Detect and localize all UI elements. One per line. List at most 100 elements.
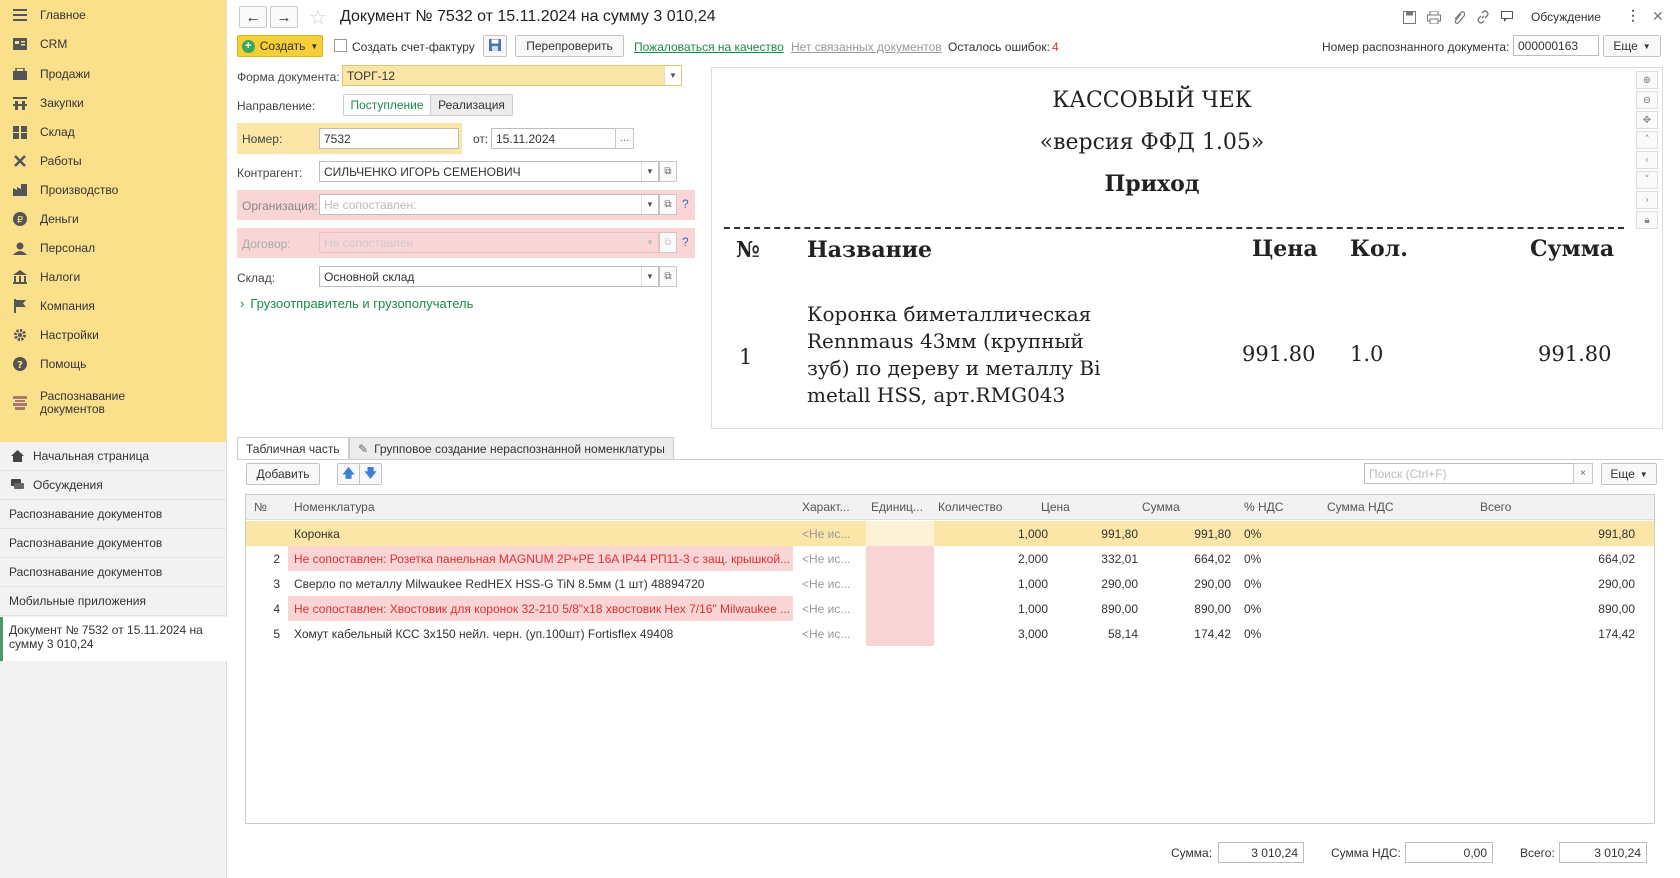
table-row[interactable]: 5 Хомут кабельный КСС 3х150 нейл. черн. …	[246, 621, 1654, 646]
fit-icon[interactable]: ✥	[1636, 111, 1658, 129]
sidebar-item-purchases[interactable]: Закупки	[0, 88, 227, 118]
table-search-input[interactable]: Поиск (Ctrl+F)	[1364, 463, 1574, 484]
clear-search-button[interactable]: ×	[1573, 463, 1593, 484]
home-icon	[9, 448, 25, 464]
complain-link[interactable]: Пожаловаться на качество	[634, 40, 784, 54]
counterparty-label: Контрагент:	[237, 166, 303, 180]
warehouse-select[interactable]: Основной склад ▼	[319, 266, 659, 287]
link-icon[interactable]	[1475, 9, 1491, 25]
scroll-down-icon[interactable]: ˅	[1636, 171, 1658, 189]
zoom-in-icon[interactable]: ⊕	[1636, 71, 1658, 89]
create-button[interactable]: + Создать ▼	[237, 35, 323, 57]
more-menu-icon[interactable]: ⋮	[1626, 7, 1640, 24]
col-header-qty[interactable]: Количество	[938, 495, 1028, 520]
open-item-current-document[interactable]: Документ № 7532 от 15.11.2024 на сумму 3…	[0, 617, 227, 661]
print-icon[interactable]	[1426, 9, 1442, 25]
save-report-icon[interactable]	[1401, 9, 1417, 25]
sidebar-item-money[interactable]: ₽ Деньги	[0, 204, 227, 234]
move-up-button[interactable]: 🡅	[337, 463, 360, 485]
open-item-recognition-2[interactable]: Распознавание документов	[0, 529, 227, 558]
sidebar-item-recognition[interactable]: Распознавание документов	[0, 383, 227, 423]
sidebar-item-company[interactable]: Компания	[0, 291, 227, 321]
sidebar-item-label: CRM	[40, 37, 68, 51]
linked-documents-link[interactable]: Нет связанных документов	[791, 40, 942, 54]
receipt-col-qty: Кол.	[1350, 236, 1408, 262]
attachment-icon[interactable]	[1450, 9, 1466, 25]
col-header-sum[interactable]: Сумма	[1142, 495, 1222, 520]
chevron-down-icon[interactable]: ▼	[641, 162, 658, 181]
organization-help-icon[interactable]: ?	[682, 197, 689, 211]
sidebar-item-label: Производство	[40, 183, 119, 197]
table-row[interactable]: Коронка <Не ис... 1,000 991,80 991,80 0%…	[246, 521, 1654, 546]
receipt-row-name-line: metall HSS, арт.RMG043	[807, 383, 1066, 407]
shipper-group-toggle[interactable]: › Грузоотправитель и грузополучатель	[240, 296, 473, 311]
tab-table[interactable]: Табличная часть	[237, 437, 349, 460]
chevron-down-icon[interactable]: ▼	[641, 233, 658, 252]
contract-select[interactable]: Не сопоставлен ▼	[319, 232, 659, 253]
move-down-button[interactable]: 🡇	[359, 463, 382, 485]
open-item-recognition-3[interactable]: Распознавание документов	[0, 558, 227, 587]
chevron-down-icon[interactable]: ▼	[664, 66, 681, 85]
discussion-button[interactable]: Обсуждение	[1531, 10, 1601, 24]
col-header-characteristic[interactable]: Характ...	[802, 495, 862, 520]
table-row[interactable]: 4 Не сопоставлен: Хвостовик для коронок …	[246, 596, 1654, 621]
sidebar-item-staff[interactable]: Персонал	[0, 233, 227, 263]
recheck-button[interactable]: Перепроверить	[515, 35, 624, 57]
scroll-right-icon[interactable]: ›	[1636, 191, 1658, 209]
more-button[interactable]: Еще ▼	[1603, 35, 1661, 57]
back-button[interactable]: ←	[239, 6, 267, 28]
save-button[interactable]	[483, 35, 507, 57]
chevron-down-icon[interactable]: ▼	[641, 267, 658, 286]
close-icon[interactable]: ✕	[1652, 8, 1664, 25]
col-header-unit[interactable]: Единиц...	[871, 495, 931, 520]
sidebar-item-main[interactable]: Главное	[0, 0, 227, 30]
col-header-price[interactable]: Цена	[1041, 495, 1121, 520]
lock-icon[interactable]: 🔒︎	[1636, 211, 1658, 229]
tab-group-create[interactable]: ✎ Групповое создание нераспознанной номен…	[349, 437, 674, 460]
calendar-button[interactable]: …	[615, 128, 634, 149]
create-invoice-checkbox[interactable]	[334, 39, 347, 52]
col-header-no[interactable]: №	[254, 495, 284, 520]
sidebar-item-sales[interactable]: Продажи	[0, 59, 227, 89]
col-header-vat-sum[interactable]: Сумма НДС	[1327, 495, 1417, 520]
sidebar-item-help[interactable]: ? Помощь	[0, 349, 227, 379]
open-item-recognition-1[interactable]: Распознавание документов	[0, 500, 227, 529]
sidebar-item-production[interactable]: Производство	[0, 175, 227, 205]
open-item-discussions[interactable]: Обсуждения	[0, 471, 227, 500]
recognized-number-field[interactable]: 000000163	[1513, 35, 1599, 56]
scroll-left-icon[interactable]: ‹	[1636, 151, 1658, 169]
open-item-home[interactable]: Начальная страница	[0, 442, 227, 471]
star-icon[interactable]: ☆	[309, 5, 327, 30]
counterparty-select[interactable]: СИЛЬЧЕНКО ИГОРЬ СЕМЕНОВИЧ ▼	[319, 161, 659, 182]
forward-button[interactable]: →	[270, 6, 298, 28]
sidebar-item-crm[interactable]: CRM	[0, 29, 227, 59]
add-row-button[interactable]: Добавить	[246, 463, 320, 485]
sidebar-item-warehouse[interactable]: Склад	[0, 117, 227, 147]
organization-select[interactable]: Не сопоставлен: ▼	[319, 194, 659, 215]
number-input[interactable]: 7532	[319, 128, 459, 149]
zoom-out-icon[interactable]: ⊖	[1636, 91, 1658, 109]
col-header-vat-rate[interactable]: % НДС	[1244, 495, 1304, 520]
open-item-mobile-apps[interactable]: Мобильные приложения	[0, 587, 227, 616]
col-header-total[interactable]: Всего	[1480, 495, 1570, 520]
sidebar-item-settings[interactable]: Настройки	[0, 320, 227, 350]
direction-outgoing-toggle[interactable]: Реализация	[430, 94, 513, 116]
date-input[interactable]: 15.11.2024	[491, 128, 616, 149]
contract-help-icon[interactable]: ?	[682, 235, 689, 249]
sidebar-item-works[interactable]: Работы	[0, 146, 227, 176]
contract-open-button[interactable]: ⧉	[659, 232, 677, 253]
direction-incoming-toggle[interactable]: Поступление	[343, 94, 431, 116]
table-more-button[interactable]: Еще ▼	[1601, 463, 1657, 485]
chevron-down-icon[interactable]: ▼	[641, 195, 658, 214]
sidebar-item-taxes[interactable]: Налоги	[0, 262, 227, 292]
counterparty-open-button[interactable]: ⧉	[659, 161, 677, 182]
doc-form-select[interactable]: ТОРГ-12 ▼	[342, 65, 682, 86]
document-preview: КАССОВЫЙ ЧЕК «версия ФФД 1.05» Приход № …	[711, 67, 1663, 429]
organization-open-button[interactable]: ⧉	[659, 194, 677, 215]
discussion-icon[interactable]	[1500, 9, 1516, 25]
table-row[interactable]: 2 Не сопоставлен: Розетка панельная MAGN…	[246, 546, 1654, 571]
table-row[interactable]: 3 Сверло по металлу Milwaukee RedHEX HSS…	[246, 571, 1654, 596]
col-header-name[interactable]: Номенклатура	[294, 495, 594, 520]
warehouse-open-button[interactable]: ⧉	[659, 266, 677, 287]
scroll-up-icon[interactable]: ˄	[1636, 131, 1658, 149]
